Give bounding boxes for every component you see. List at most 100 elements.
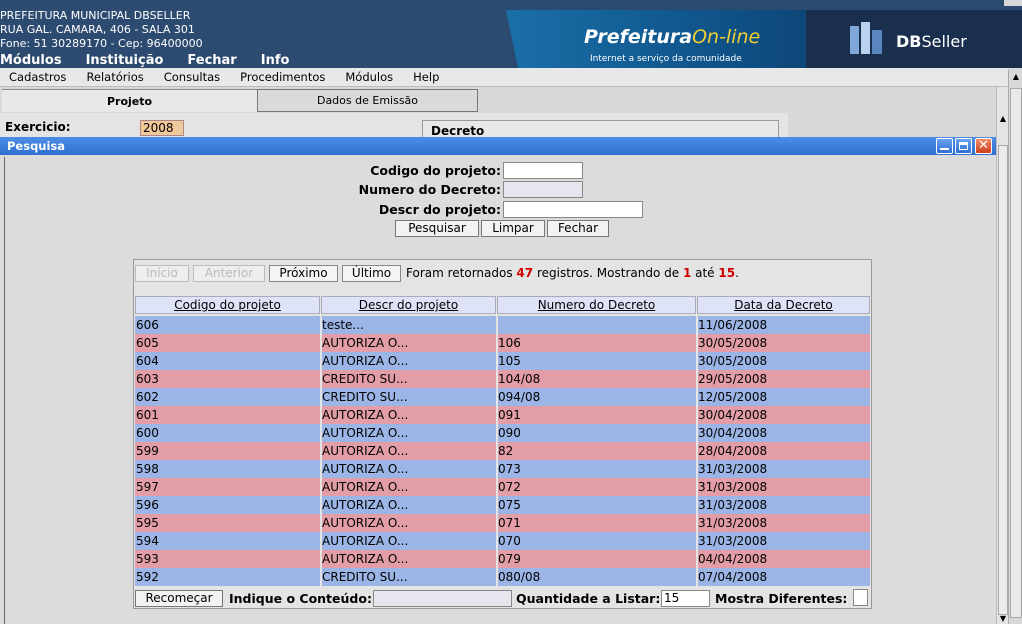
cell-numero: 075 bbox=[498, 498, 521, 512]
column-separator bbox=[320, 424, 322, 442]
cell-descr: AUTORIZA O... bbox=[322, 408, 409, 422]
col-header-descr[interactable]: Descr do projeto bbox=[321, 296, 496, 314]
cell-descr: CREDITO SU... bbox=[322, 372, 408, 386]
conteudo-input[interactable] bbox=[373, 590, 512, 607]
column-separator bbox=[496, 370, 498, 388]
cell-descr: AUTORIZA O... bbox=[322, 426, 409, 440]
codigo-input[interactable] bbox=[503, 162, 583, 179]
cell-descr: teste... bbox=[322, 318, 364, 332]
col-header-numero[interactable]: Numero do Decreto bbox=[497, 296, 696, 314]
header-menu-instituicao[interactable]: Instituição bbox=[86, 53, 164, 68]
table-row[interactable]: 594 AUTORIZA O... 070 31/03/2008 bbox=[135, 532, 870, 550]
org-contact: Fone: 51 30289170 - Cep: 96400000 bbox=[0, 37, 203, 50]
prefeitura-online-logo: PrefeituraOn-line Internet a serviço da … bbox=[506, 10, 806, 68]
table-row[interactable]: 603 CREDITO SU... 104/08 29/05/2008 bbox=[135, 370, 870, 388]
mostra-diferentes-checkbox[interactable] bbox=[853, 589, 868, 606]
table-row[interactable]: 604 AUTORIZA O... 105 30/05/2008 bbox=[135, 352, 870, 370]
cell-codigo: 594 bbox=[136, 534, 159, 548]
org-address: RUA GAL. CAMARA, 406 - SALA 301 bbox=[0, 23, 195, 36]
records-total: 47 bbox=[516, 266, 534, 280]
table-row[interactable]: 597 AUTORIZA O... 072 31/03/2008 bbox=[135, 478, 870, 496]
cell-numero: 094/08 bbox=[498, 390, 541, 404]
table-row[interactable]: 598 AUTORIZA O... 073 31/03/2008 bbox=[135, 460, 870, 478]
tab-dados-emissao[interactable]: Dados de Emissão bbox=[257, 89, 478, 112]
nav-inicio-button[interactable]: Início bbox=[135, 265, 189, 282]
nav-ultimo-button[interactable]: Último bbox=[342, 265, 401, 282]
column-separator bbox=[496, 460, 498, 478]
numero-decreto-input[interactable] bbox=[503, 181, 583, 198]
cell-codigo: 592 bbox=[136, 570, 159, 584]
col-header-data[interactable]: Data da Decreto bbox=[697, 296, 870, 314]
header-menu-info[interactable]: Info bbox=[261, 53, 290, 68]
fechar-button[interactable]: Fechar bbox=[547, 220, 609, 237]
cell-codigo: 603 bbox=[136, 372, 159, 386]
header-menu-modulos[interactable]: Módulos bbox=[0, 53, 62, 68]
table-row[interactable]: 593 AUTORIZA O... 079 04/04/2008 bbox=[135, 550, 870, 568]
nav-anterior-button[interactable]: Anterior bbox=[193, 265, 265, 282]
window-scroll-up-icon[interactable]: ▲ bbox=[1009, 70, 1022, 84]
cell-numero: 080/08 bbox=[498, 570, 541, 584]
close-icon: ✕ bbox=[978, 138, 989, 153]
menu-help[interactable]: Help bbox=[413, 70, 439, 84]
nav-proximo-button[interactable]: Próximo bbox=[269, 265, 338, 282]
table-row[interactable]: 601 AUTORIZA O... 091 30/04/2008 bbox=[135, 406, 870, 424]
dbseller-wordmark: DBSeller bbox=[896, 32, 967, 51]
cell-descr: AUTORIZA O... bbox=[322, 354, 409, 368]
window-scrollbar[interactable]: ▲ bbox=[1008, 70, 1022, 624]
cell-descr: AUTORIZA O... bbox=[322, 462, 409, 476]
menu-consultas[interactable]: Consultas bbox=[164, 70, 220, 84]
column-separator bbox=[320, 550, 322, 568]
column-separator bbox=[320, 442, 322, 460]
menu-cadastros[interactable]: Cadastros bbox=[9, 70, 66, 84]
maximize-button[interactable] bbox=[955, 138, 972, 154]
column-separator bbox=[696, 334, 698, 352]
records-info-prefix: Foram retornados bbox=[406, 266, 517, 280]
window-scroll-thumb[interactable] bbox=[1010, 88, 1022, 618]
menu-relatorios[interactable]: Relatórios bbox=[86, 70, 143, 84]
records-info-mid: registros. Mostrando de bbox=[533, 266, 683, 280]
menu-procedimentos[interactable]: Procedimentos bbox=[240, 70, 325, 84]
app-header: PREFEITURA MUNICIPAL DBSELLER RUA GAL. C… bbox=[0, 0, 1022, 68]
column-separator bbox=[696, 532, 698, 550]
conteudo-label: Indique o Conteúdo: bbox=[229, 591, 372, 606]
table-row[interactable]: 592 CREDITO SU... 080/08 07/04/2008 bbox=[135, 568, 870, 586]
menubar: Cadastros Relatórios Consultas Procedime… bbox=[0, 68, 1008, 87]
cell-descr: AUTORIZA O... bbox=[322, 534, 409, 548]
cell-descr: CREDITO SU... bbox=[322, 570, 408, 584]
cell-descr: AUTORIZA O... bbox=[322, 336, 409, 350]
column-separator bbox=[696, 316, 698, 334]
descr-input[interactable] bbox=[503, 201, 643, 218]
exercicio-input[interactable]: 2008 bbox=[140, 120, 184, 136]
maximize-icon bbox=[959, 142, 968, 150]
recomecar-button[interactable]: Recomeçar bbox=[135, 590, 223, 607]
limpar-button[interactable]: Limpar bbox=[481, 220, 545, 237]
column-separator bbox=[496, 532, 498, 550]
cell-numero: 82 bbox=[498, 444, 514, 458]
pesquisar-button[interactable]: Pesquisar bbox=[395, 220, 479, 237]
cell-data: 31/03/2008 bbox=[698, 480, 768, 494]
table-row[interactable]: 606 teste... 11/06/2008 bbox=[135, 316, 870, 334]
column-separator bbox=[496, 568, 498, 586]
menu-modulos[interactable]: Módulos bbox=[345, 70, 393, 84]
scroll-thumb[interactable] bbox=[998, 145, 1008, 615]
cell-numero: 105 bbox=[498, 354, 521, 368]
minimize-button[interactable] bbox=[936, 138, 953, 154]
table-row[interactable]: 605 AUTORIZA O... 106 30/05/2008 bbox=[135, 334, 870, 352]
table-row[interactable]: 596 AUTORIZA O... 075 31/03/2008 bbox=[135, 496, 870, 514]
cell-numero: 091 bbox=[498, 408, 521, 422]
cell-codigo: 596 bbox=[136, 498, 159, 512]
header-menu-fechar[interactable]: Fechar bbox=[187, 53, 236, 68]
tab-projeto[interactable]: Projeto bbox=[2, 89, 257, 112]
col-header-codigo[interactable]: Codigo do projeto bbox=[135, 296, 320, 314]
column-separator bbox=[320, 460, 322, 478]
close-button[interactable]: ✕ bbox=[975, 138, 992, 154]
table-row[interactable]: 599 AUTORIZA O... 82 28/04/2008 bbox=[135, 442, 870, 460]
column-separator bbox=[496, 442, 498, 460]
page-scrollbar[interactable]: ▲ ▼ bbox=[996, 87, 1008, 624]
table-row[interactable]: 602 CREDITO SU... 094/08 12/05/2008 bbox=[135, 388, 870, 406]
quantidade-input[interactable]: 15 bbox=[661, 590, 710, 607]
cell-data: 07/04/2008 bbox=[698, 570, 768, 584]
quantidade-label: Quantidade a Listar: bbox=[516, 591, 661, 606]
table-row[interactable]: 595 AUTORIZA O... 071 31/03/2008 bbox=[135, 514, 870, 532]
table-row[interactable]: 600 AUTORIZA O... 090 30/04/2008 bbox=[135, 424, 870, 442]
